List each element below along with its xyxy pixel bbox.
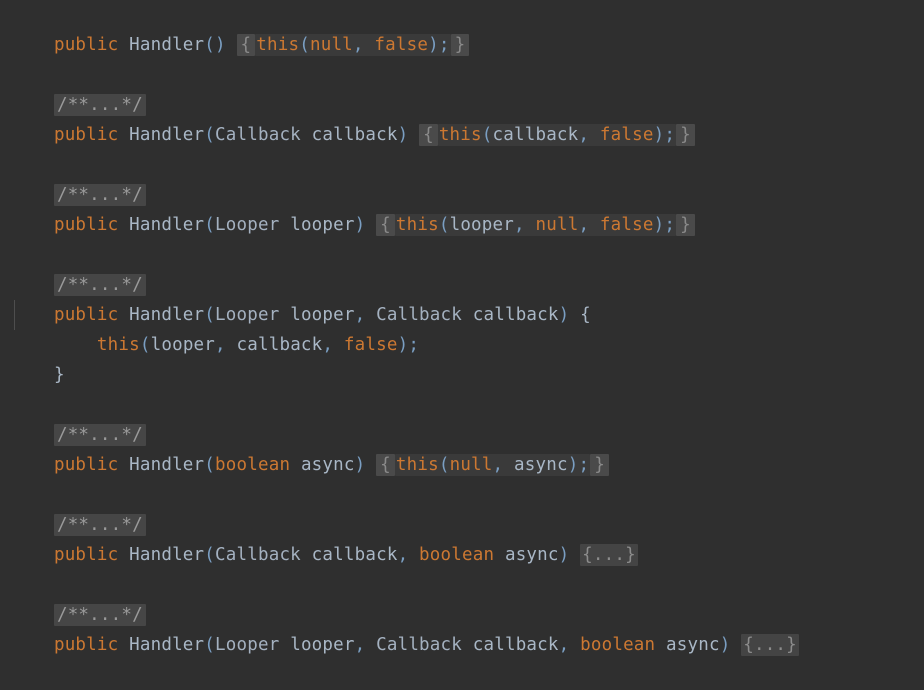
code-line[interactable]: public Handler(Looper looper, Callback c…	[0, 600, 924, 656]
code-line[interactable]: public Handler() {this(null, false);}	[0, 0, 924, 56]
code-line[interactable]: /**...*/	[0, 480, 924, 536]
code-line[interactable]: /**...*/	[0, 390, 924, 446]
code-line[interactable]: this(looper, callback, false);	[0, 300, 924, 355]
param-async: async	[666, 635, 720, 655]
code-line[interactable]: /**...*/	[0, 570, 924, 626]
code-line[interactable]: public Handler(Callback callback, boolea…	[0, 510, 924, 566]
code-line[interactable]: public Handler(Looper looper) {this(loop…	[0, 180, 924, 236]
keyword-boolean: boolean	[580, 635, 656, 655]
type-looper: Looper	[215, 635, 280, 655]
param-callback: callback	[472, 635, 559, 655]
fold-body-marker[interactable]: {...}	[741, 634, 799, 656]
code-line[interactable]: public Handler(boolean async) {this(null…	[0, 420, 924, 476]
code-line[interactable]: /**...*/	[0, 150, 924, 206]
code-line[interactable]: }	[0, 330, 924, 385]
indent-guide	[14, 300, 15, 330]
type-callback: Callback	[376, 635, 462, 655]
method-name-handler: Handler	[129, 635, 205, 655]
code-line[interactable]: public Handler(Looper looper, Callback c…	[0, 270, 924, 325]
code-line[interactable]: /**...*/	[0, 240, 924, 296]
param-looper: looper	[290, 635, 355, 655]
keyword-public: public	[53, 635, 119, 655]
code-line[interactable]: public Handler(Callback callback) {this(…	[0, 90, 924, 146]
code-editor-pane[interactable]: public Handler() {this(null, false);} /*…	[0, 0, 924, 656]
code-line[interactable]: /**...*/	[0, 60, 924, 116]
